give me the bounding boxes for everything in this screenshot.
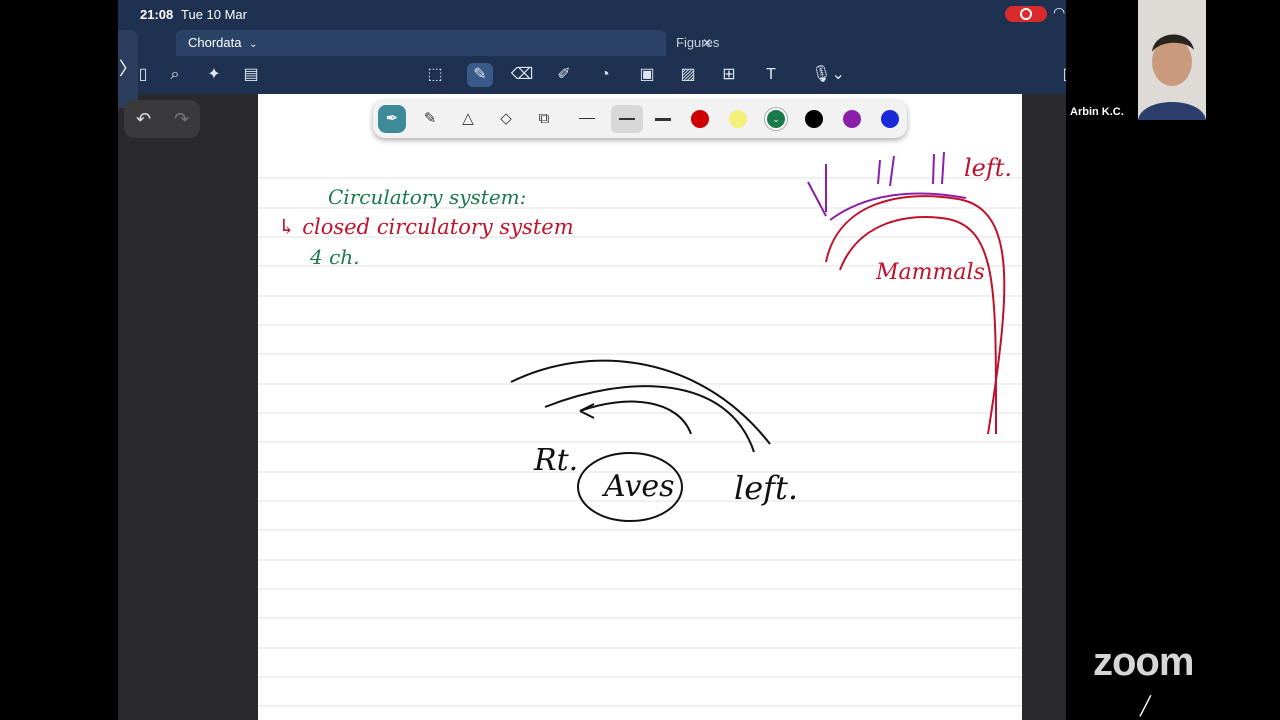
pen-icon[interactable]: ✎ bbox=[467, 63, 493, 87]
page-canvas[interactable]: Circulatory system: ↳ closed circulatory… bbox=[258, 94, 1022, 720]
brush-pen-icon[interactable]: △ bbox=[454, 105, 482, 133]
shapes-icon[interactable]: ◔ bbox=[592, 63, 618, 87]
note-line: ↳ closed circulatory system bbox=[278, 215, 574, 239]
redo-icon[interactable]: ↷ bbox=[174, 109, 189, 130]
tab-label: Chordata bbox=[188, 35, 242, 50]
color-swatch-black[interactable] bbox=[805, 110, 823, 128]
eraser-tool-icon[interactable]: ◇ bbox=[492, 105, 520, 133]
text-icon[interactable]: T bbox=[758, 63, 784, 87]
thin-stroke-option[interactable] bbox=[579, 118, 595, 119]
image-icon[interactable]: ▨ bbox=[675, 63, 701, 87]
arrow-stroke bbox=[579, 400, 692, 435]
label-left: left. bbox=[964, 154, 1012, 182]
label-mammals: Mammals bbox=[875, 260, 985, 285]
lasso-icon[interactable]: ⬚ bbox=[422, 63, 448, 87]
participant-avatar bbox=[1138, 0, 1206, 120]
search-icon[interactable]: ⌕ bbox=[162, 63, 188, 87]
sparkle-icon[interactable]: ✦ bbox=[201, 63, 227, 87]
annotation-cursor-icon: ╱ bbox=[1140, 696, 1151, 716]
participant-video[interactable] bbox=[1138, 0, 1206, 120]
thick-stroke-option[interactable] bbox=[655, 118, 671, 121]
side-panel-handle[interactable]: 〉 bbox=[118, 30, 138, 108]
arrowhead bbox=[579, 403, 595, 419]
pen-options-bar: ✒ ✎ △ ◇ ⧉ ⌄ bbox=[373, 100, 907, 138]
heading-text: Circulatory system: bbox=[328, 185, 526, 209]
undo-redo-group: ↶ ↷ bbox=[124, 100, 200, 138]
more-icon[interactable]: ▯ bbox=[1054, 63, 1066, 87]
undo-icon[interactable]: ↶ bbox=[136, 109, 151, 130]
note-line: 4 ch. bbox=[309, 245, 360, 269]
screen-recording-icon[interactable] bbox=[1005, 6, 1047, 22]
label-aves: Aves bbox=[601, 469, 675, 504]
notebook-page[interactable]: Circulatory system: ↳ closed circulatory… bbox=[258, 94, 1022, 720]
label-rt: Rt. bbox=[533, 443, 578, 478]
participant-name: Arbin K.C. bbox=[1070, 106, 1124, 118]
date: Tue 10 Mar bbox=[181, 7, 247, 22]
color-swatch-yellow[interactable] bbox=[729, 110, 747, 128]
sticky-note-icon[interactable]: ▣ bbox=[634, 63, 660, 87]
shape-tool-icon[interactable]: ⧉ bbox=[530, 105, 558, 133]
status-bar: 21:08 Tue 10 Mar ◠ bbox=[118, 0, 1066, 28]
tab-figures[interactable]: Figures bbox=[676, 30, 719, 56]
color-swatch-blue[interactable] bbox=[881, 110, 899, 128]
ball-pen-icon[interactable]: ✎ bbox=[416, 105, 444, 133]
aorta-stroke bbox=[825, 195, 1006, 435]
tab-bar: ⌂ Chordata ⌄ ✕ Figures bbox=[118, 28, 1066, 78]
label-left: left. bbox=[734, 469, 798, 507]
zoom-logo: zoom bbox=[1093, 640, 1194, 684]
vessel-stroke bbox=[807, 151, 945, 217]
chevron-down-icon: ⌄ bbox=[249, 39, 258, 50]
tab-label: Figures bbox=[676, 35, 720, 50]
ipad-screen: 21:08 Tue 10 Mar ◠ ⌂ Chordata ⌄ ✕ Figure… bbox=[118, 0, 1066, 720]
main-toolbar: ▯ ⌕ ✦ ▤ ⬚ ✎ ⌫ ✐ ◔ ▣ ▨ ⊞ T 🎙︎⌄ ▯ bbox=[118, 56, 1066, 94]
color-swatch-red[interactable] bbox=[691, 110, 709, 128]
wifi-icon: ◠ bbox=[1053, 4, 1066, 20]
document-icon[interactable]: ▤ bbox=[238, 63, 264, 87]
clock: 21:08 bbox=[140, 7, 174, 22]
medium-stroke-option[interactable] bbox=[619, 118, 635, 120]
color-swatch-green-selected[interactable]: ⌄ bbox=[767, 110, 785, 128]
elements-icon[interactable]: ⊞ bbox=[716, 63, 742, 87]
fountain-pen-icon[interactable]: ✒ bbox=[378, 105, 406, 133]
highlighter-icon[interactable]: ✐ bbox=[551, 63, 577, 87]
microphone-icon[interactable]: 🎙︎⌄ bbox=[808, 63, 848, 87]
color-swatch-purple[interactable] bbox=[843, 110, 861, 128]
eraser-icon[interactable]: ⌫ bbox=[509, 63, 535, 87]
tab-chordata[interactable]: Chordata ⌄ ✕ bbox=[176, 30, 712, 56]
